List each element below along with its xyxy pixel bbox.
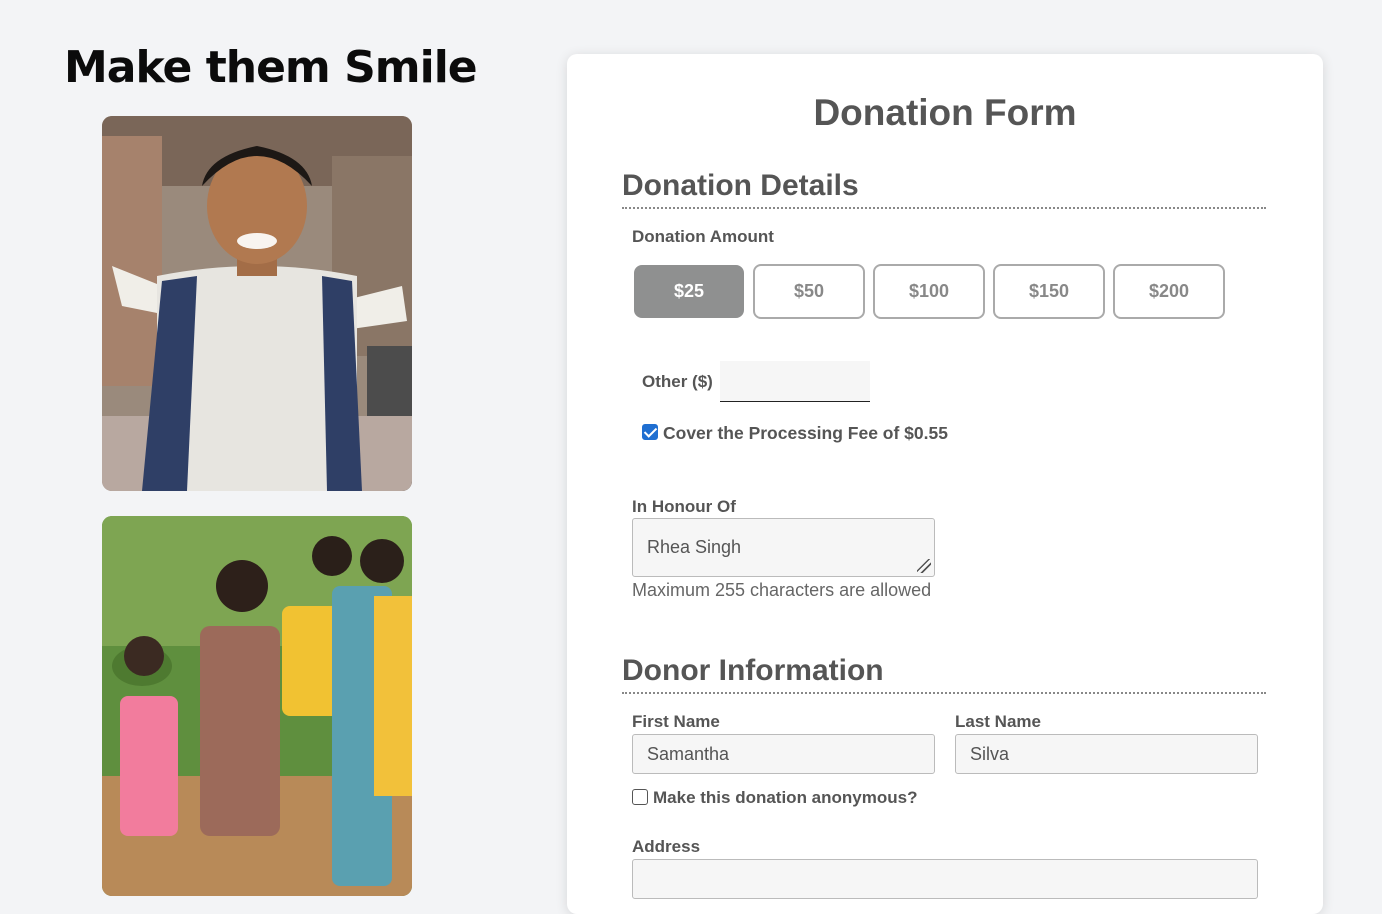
other-amount-input[interactable] bbox=[720, 361, 870, 402]
donation-amount-label: Donation Amount bbox=[632, 227, 774, 246]
left-panel: Make them Smile bbox=[0, 0, 520, 896]
children-photo bbox=[102, 516, 412, 896]
amount-options: $25 $50 $100 $150 $200 bbox=[634, 264, 1225, 319]
honour-of-value: Rhea Singh bbox=[647, 537, 742, 557]
anonymous-checkbox[interactable] bbox=[632, 789, 648, 805]
donation-details-heading: Donation Details bbox=[622, 169, 1266, 209]
resize-grip-icon[interactable] bbox=[917, 559, 931, 573]
address-label: Address bbox=[632, 837, 701, 856]
anonymous-label: Make this donation anonymous? bbox=[653, 788, 918, 807]
amount-button-200[interactable]: $200 bbox=[1113, 264, 1225, 319]
amount-button-150[interactable]: $150 bbox=[993, 264, 1105, 319]
processing-fee-checkbox[interactable] bbox=[642, 424, 658, 440]
boy-photo bbox=[102, 116, 412, 491]
donation-form-card: Donation Form Donation Details Donation … bbox=[567, 54, 1323, 914]
amount-button-50[interactable]: $50 bbox=[753, 264, 865, 319]
amount-button-100[interactable]: $100 bbox=[873, 264, 985, 319]
honour-of-help-text: Maximum 255 characters are allowed bbox=[632, 580, 932, 600]
processing-fee-label: Cover the Processing Fee of $0.55 bbox=[663, 423, 948, 443]
form-title: Donation Form bbox=[813, 92, 1077, 133]
honour-of-label: In Honour Of bbox=[632, 497, 736, 516]
last-name-label: Last Name bbox=[955, 712, 1041, 731]
first-name-label: First Name bbox=[632, 712, 720, 731]
last-name-field[interactable]: Silva bbox=[955, 734, 1258, 774]
honour-of-textarea[interactable]: Rhea Singh bbox=[632, 518, 935, 577]
first-name-value: Samantha bbox=[647, 743, 730, 764]
other-amount-label: Other ($) bbox=[642, 372, 713, 391]
page-headline: Make them Smile bbox=[64, 42, 478, 93]
last-name-value: Silva bbox=[970, 743, 1010, 764]
address-field[interactable] bbox=[632, 859, 1258, 899]
amount-button-25[interactable]: $25 bbox=[634, 265, 744, 318]
first-name-field[interactable]: Samantha bbox=[632, 734, 935, 774]
donor-information-heading: Donor Information bbox=[622, 654, 1266, 694]
